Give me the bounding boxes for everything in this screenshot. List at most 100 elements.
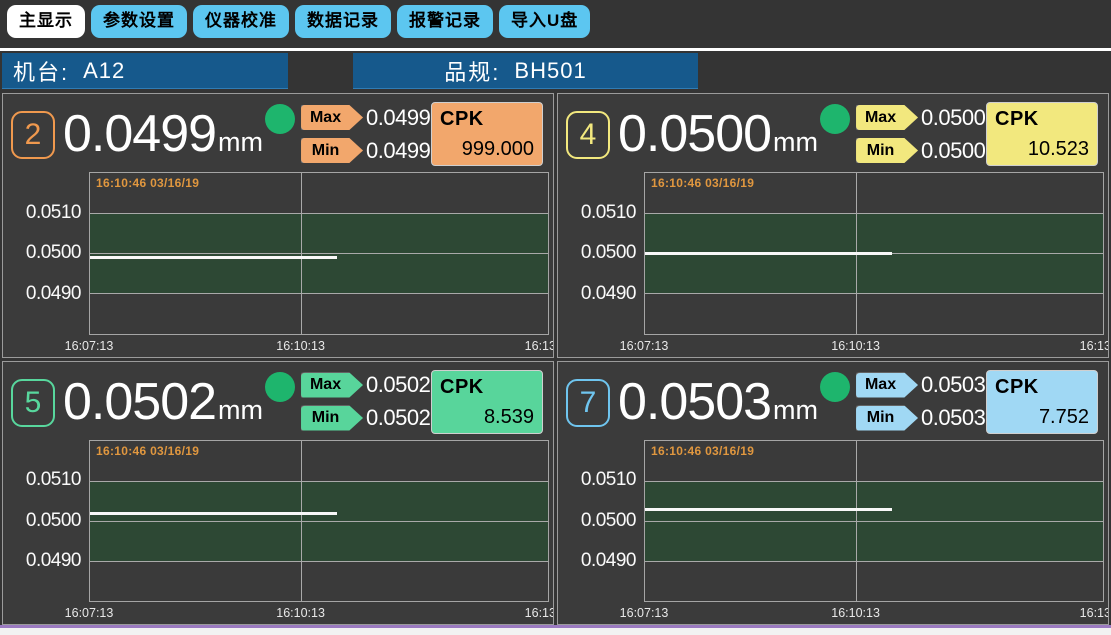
measurement-value: 0.0500mm — [618, 108, 818, 160]
gridline — [90, 561, 548, 562]
y-tick: 0.0500 — [581, 242, 636, 264]
trace-line — [645, 252, 892, 255]
y-tick: 0.0490 — [581, 283, 636, 305]
cpk-label: CPK — [440, 108, 534, 131]
x-tick: 16:10:13 — [831, 339, 880, 353]
max-min-block: Max 0.0502 Min 0.0502 — [301, 372, 430, 431]
max-min-block: Max 0.0503 Min 0.0503 — [856, 372, 985, 431]
measurement-unit: mm — [773, 127, 818, 158]
y-tick: 0.0510 — [581, 202, 636, 224]
panel-header: 2 0.0499mm Max 0.0499 Min 0.0499 CPK 999… — [3, 94, 553, 170]
gridline — [856, 441, 857, 602]
y-tick: 0.0490 — [26, 283, 81, 305]
measurement-value: 0.0503mm — [618, 376, 818, 428]
max-tag: Max — [301, 373, 363, 398]
trace-line — [645, 508, 892, 511]
measurement-unit: mm — [218, 395, 263, 426]
x-axis-labels: 16:07:13 16:10:13 16:13:13 — [644, 335, 1104, 355]
panel-header: 4 0.0500mm Max 0.0500 Min 0.0500 CPK 10.… — [558, 94, 1108, 170]
max-tag: Max — [301, 105, 363, 130]
status-ok-indicator — [820, 372, 850, 402]
measurement-value: 0.0499mm — [63, 108, 263, 160]
x-tick: 16:10:13 — [831, 606, 880, 620]
min-value: 0.0499 — [366, 138, 430, 164]
x-axis-labels: 16:07:13 16:10:13 16:13:13 — [644, 602, 1104, 622]
cpk-box: CPK 8.539 — [431, 370, 543, 434]
cpk-box: CPK 999.000 — [431, 102, 543, 166]
cpk-value: 999.000 — [440, 138, 534, 161]
machine-info-box: 机台: A12 — [2, 53, 288, 89]
cpk-box: CPK 10.523 — [986, 102, 1098, 166]
y-axis-labels: 0.0510 0.0500 0.0490 — [3, 172, 89, 335]
tab-data-record[interactable]: 数据记录 — [295, 5, 391, 38]
panel-header: 5 0.0502mm Max 0.0502 Min 0.0502 CPK 8.5… — [3, 362, 553, 438]
gridline — [90, 213, 548, 214]
tab-alarm-record[interactable]: 报警记录 — [397, 5, 493, 38]
min-tag: Min — [301, 406, 363, 431]
gridline — [90, 253, 548, 254]
gridline — [645, 293, 1103, 294]
trace-line — [90, 256, 337, 259]
x-tick: 16:10:13 — [276, 606, 325, 620]
cpk-value: 10.523 — [995, 138, 1089, 161]
gridline — [301, 173, 302, 334]
channel-panel-4: 4 0.0500mm Max 0.0500 Min 0.0500 CPK 10.… — [557, 93, 1109, 358]
gridline — [90, 481, 548, 482]
product-value: BH501 — [514, 58, 586, 84]
cpk-label: CPK — [995, 376, 1089, 399]
y-tick: 0.0490 — [26, 550, 81, 572]
y-tick: 0.0500 — [26, 242, 81, 264]
cpk-value: 8.539 — [440, 406, 534, 429]
measurement-number: 0.0499 — [63, 108, 216, 160]
tab-import-usb[interactable]: 导入U盘 — [499, 5, 590, 38]
channel-number: 4 — [566, 111, 610, 159]
min-tag: Min — [301, 138, 363, 163]
x-tick: 16:07:13 — [620, 606, 669, 620]
status-ok-indicator — [820, 104, 850, 134]
y-tick: 0.0510 — [26, 202, 81, 224]
chart-timestamp: 16:10:46 03/16/19 — [96, 444, 199, 458]
cpk-box: CPK 7.752 — [986, 370, 1098, 434]
measurement-unit: mm — [773, 395, 818, 426]
channel-number: 2 — [11, 111, 55, 159]
trend-chart: 0.0510 0.0500 0.0490 16:10:46 03/16/19 1… — [558, 438, 1108, 625]
chart-timestamp: 16:10:46 03/16/19 — [96, 176, 199, 190]
y-tick: 0.0500 — [581, 510, 636, 532]
min-value: 0.0500 — [921, 138, 985, 164]
y-axis-labels: 0.0510 0.0500 0.0490 — [558, 172, 644, 335]
cpk-value: 7.752 — [995, 406, 1089, 429]
gridline — [301, 441, 302, 602]
panel-header: 7 0.0503mm Max 0.0503 Min 0.0503 CPK 7.7… — [558, 362, 1108, 438]
measurement-value: 0.0502mm — [63, 376, 263, 428]
chart-timestamp: 16:10:46 03/16/19 — [651, 176, 754, 190]
plot-area: 16:10:46 03/16/19 — [89, 440, 549, 603]
plot-area: 16:10:46 03/16/19 — [644, 440, 1104, 603]
gridline — [90, 521, 548, 522]
tab-parameter-settings[interactable]: 参数设置 — [91, 5, 187, 38]
cpk-label: CPK — [995, 108, 1089, 131]
bottom-edge-strip — [0, 628, 1111, 635]
x-axis-labels: 16:07:13 16:10:13 16:13:13 — [89, 602, 549, 622]
x-tick: 16:07:13 — [65, 606, 114, 620]
tab-main-display[interactable]: 主显示 — [7, 5, 85, 38]
x-tick: 16:13:13 — [525, 339, 554, 353]
product-label: 品规: — [444, 55, 500, 87]
max-value: 0.0499 — [366, 105, 430, 131]
max-min-block: Max 0.0500 Min 0.0500 — [856, 105, 985, 164]
tab-bar: 主显示 参数设置 仪器校准 数据记录 报警记录 导入U盘 — [0, 0, 1111, 48]
machine-label: 机台: — [13, 55, 69, 87]
min-tag: Min — [856, 406, 918, 431]
x-tick: 16:07:13 — [620, 339, 669, 353]
y-tick: 0.0500 — [26, 510, 81, 532]
y-tick: 0.0510 — [581, 469, 636, 491]
trend-chart: 0.0510 0.0500 0.0490 16:10:46 03/16/19 1… — [558, 170, 1108, 357]
channel-panel-5: 5 0.0502mm Max 0.0502 Min 0.0502 CPK 8.5… — [2, 361, 554, 626]
max-value: 0.0503 — [921, 372, 985, 398]
x-tick: 16:13:13 — [1080, 606, 1109, 620]
machine-value: A12 — [83, 58, 125, 84]
gridline — [645, 561, 1103, 562]
x-tick: 16:10:13 — [276, 339, 325, 353]
x-tick: 16:13:13 — [1080, 339, 1109, 353]
y-axis-labels: 0.0510 0.0500 0.0490 — [3, 440, 89, 603]
tab-instrument-calibration[interactable]: 仪器校准 — [193, 5, 289, 38]
